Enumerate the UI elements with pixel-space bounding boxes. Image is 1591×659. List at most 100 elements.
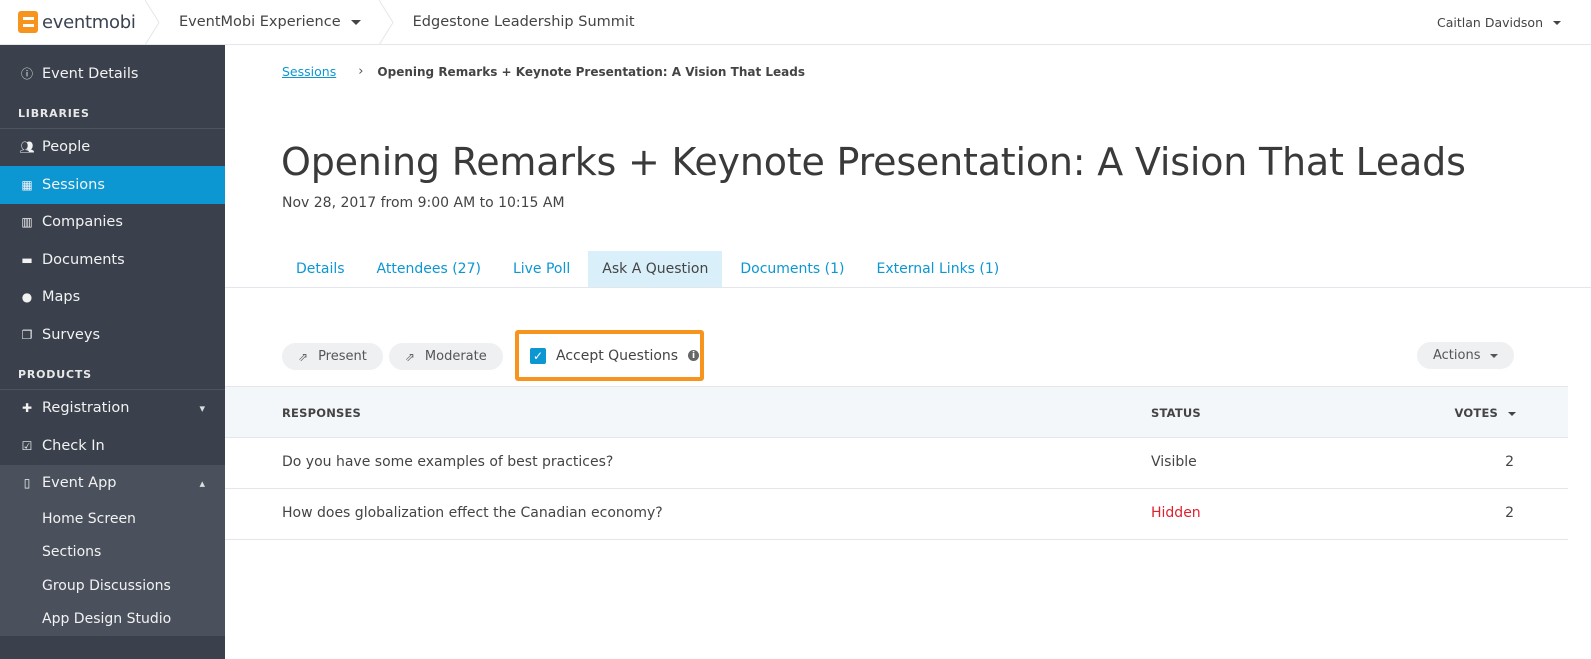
user-menu[interactable]: Caitlan Davidson (1437, 0, 1561, 45)
sidebar-item-label: Event Details (42, 65, 139, 82)
top-bar: eventmobi EventMobi Experience Edgestone… (0, 0, 1591, 45)
chevron-down-icon (350, 19, 361, 25)
sidebar-item-maps[interactable]: ● Maps (0, 279, 225, 317)
table-row[interactable]: Do you have some examples of best practi… (225, 438, 1568, 489)
sidebar-item-label: People (42, 139, 91, 156)
user-name: Caitlan Davidson (1437, 15, 1543, 30)
tab-documents[interactable]: Documents (1) (726, 251, 858, 287)
session-date: Nov 28, 2017 from 9:00 AM to 10:15 AM (282, 195, 565, 211)
sidebar-item-label: Companies (42, 214, 123, 231)
tab-ask-a-question[interactable]: Ask A Question (588, 251, 723, 287)
session-tabs: Details Attendees (27) Live Poll Ask A Q… (282, 251, 1017, 287)
sidebar-item-label: App Design Studio (42, 611, 172, 628)
event-name-label: Edgestone Leadership Summit (412, 14, 635, 30)
tab-details[interactable]: Details (282, 251, 359, 287)
col-status[interactable]: STATUS (1151, 406, 1201, 420)
info-icon[interactable]: i (688, 350, 700, 361)
chevron-right-icon: › (358, 64, 364, 79)
col-votes[interactable]: VOTES (1455, 406, 1516, 420)
sidebar-item-event-app[interactable]: ▯ Event App ▴ (0, 464, 225, 502)
actions-label: Actions (1433, 348, 1481, 363)
votes-count: 2 (1505, 454, 1514, 470)
tabs-divider (225, 287, 1591, 288)
sidebar-subitem-sections[interactable]: Sections (0, 535, 225, 569)
accept-questions-label: Accept Questions (556, 347, 679, 364)
sidebar: ⓘ Event Details LIBRARIES 👥︎ People ▦ Se… (0, 45, 225, 659)
breadcrumb-sessions-link[interactable]: Sessions (282, 64, 336, 79)
present-button[interactable]: ⇗ Present (282, 343, 383, 370)
sidebar-item-companies[interactable]: ▥ Companies (0, 204, 225, 242)
response-text: Do you have some examples of best practi… (282, 454, 614, 470)
chevron-down-icon (1489, 353, 1498, 358)
chevron-down-icon: ▾ (199, 401, 205, 415)
status-badge: Visible (1151, 454, 1197, 470)
sidebar-item-event-details[interactable]: ⓘ Event Details (0, 55, 225, 93)
breadcrumb: Sessions › Opening Remarks + Keynote Pre… (282, 64, 805, 79)
sidebar-item-label: Check In (42, 437, 105, 454)
logo-text: eventmobi (42, 11, 136, 33)
main-content: Sessions › Opening Remarks + Keynote Pre… (225, 45, 1591, 659)
sidebar-item-label: Group Discussions (42, 577, 171, 594)
map-pin-icon: ● (21, 290, 33, 305)
sidebar-item-check-in[interactable]: ☑ Check In (0, 427, 225, 465)
question-toolbar: ⇗ Present ⇗ Moderate (282, 343, 503, 370)
org-name: EventMobi Experience (179, 14, 341, 30)
col-responses[interactable]: RESPONSES (282, 406, 361, 420)
event-name[interactable]: Edgestone Leadership Summit (401, 0, 647, 45)
building-icon: ▥ (21, 215, 33, 230)
sidebar-subitem-home-screen[interactable]: Home Screen (0, 502, 225, 536)
response-text: How does globalization effect the Canadi… (282, 505, 663, 521)
products-heading: PRODUCTS (0, 354, 225, 390)
sidebar-item-documents[interactable]: ▬ Documents (0, 241, 225, 279)
sidebar-item-registration[interactable]: ✚ Registration ▾ (0, 390, 225, 428)
moderate-button[interactable]: ⇗ Moderate (388, 343, 503, 370)
sidebar-item-label: Sections (42, 544, 102, 561)
sidebar-item-people[interactable]: 👥︎ People (0, 129, 225, 167)
status-badge: Hidden (1151, 505, 1201, 521)
info-icon: ⓘ (20, 67, 33, 82)
present-label: Present (318, 349, 367, 364)
sidebar-subitem-group-discussions[interactable]: Group Discussions (0, 569, 225, 603)
moderate-label: Moderate (424, 349, 487, 364)
mobile-icon: ▯ (23, 476, 31, 491)
briefcase-icon: ▬ (21, 252, 33, 267)
sidebar-item-label: Surveys (42, 326, 100, 343)
logo-mark-icon (18, 11, 38, 33)
org-selector[interactable]: EventMobi Experience (167, 0, 373, 45)
header-separator (145, 0, 167, 45)
chevron-down-icon (1553, 20, 1561, 25)
clipboard-icon: ❐ (21, 327, 33, 342)
eventmobi-logo[interactable]: eventmobi (0, 0, 145, 45)
sidebar-subitem-app-design-studio[interactable]: App Design Studio (0, 602, 225, 636)
libraries-heading: LIBRARIES (0, 93, 225, 129)
accept-questions-toggle[interactable]: ✓ Accept Questions i (515, 330, 704, 381)
sidebar-item-sessions[interactable]: ▦ Sessions (0, 166, 225, 204)
header-separator (378, 0, 401, 45)
sidebar-item-label: Maps (42, 289, 81, 306)
checkbox-icon: ☑ (21, 438, 33, 453)
sidebar-item-label: Documents (42, 251, 125, 268)
external-link-icon: ⇗ (404, 349, 415, 364)
breadcrumb-current: Opening Remarks + Keynote Presentation: … (377, 64, 805, 79)
calendar-icon: ▦ (21, 177, 33, 192)
sort-desc-icon (1508, 411, 1516, 416)
page-title: Opening Remarks + Keynote Presentation: … (281, 140, 1466, 184)
external-link-icon: ⇗ (298, 349, 309, 364)
tab-live-poll[interactable]: Live Poll (499, 251, 584, 287)
chevron-up-icon: ▴ (199, 476, 205, 490)
table-row[interactable]: How does globalization effect the Canadi… (225, 489, 1568, 540)
tab-external-links[interactable]: External Links (1) (862, 251, 1013, 287)
tab-attendees[interactable]: Attendees (27) (363, 251, 495, 287)
sidebar-item-label: Event App (42, 475, 117, 492)
sidebar-item-label: Home Screen (42, 510, 136, 527)
checkbox-checked-icon[interactable]: ✓ (530, 347, 546, 364)
sidebar-item-label: Sessions (42, 176, 105, 193)
sidebar-item-surveys[interactable]: ❐ Surveys (0, 316, 225, 354)
people-icon: 👥︎ (19, 140, 35, 155)
votes-count: 2 (1505, 505, 1514, 521)
questions-table: RESPONSES STATUS VOTES Do you have some … (225, 386, 1568, 540)
actions-button[interactable]: Actions (1417, 342, 1514, 369)
col-votes-label: VOTES (1454, 406, 1498, 420)
table-header: RESPONSES STATUS VOTES (225, 386, 1568, 438)
user-plus-icon: ✚ (21, 401, 33, 416)
